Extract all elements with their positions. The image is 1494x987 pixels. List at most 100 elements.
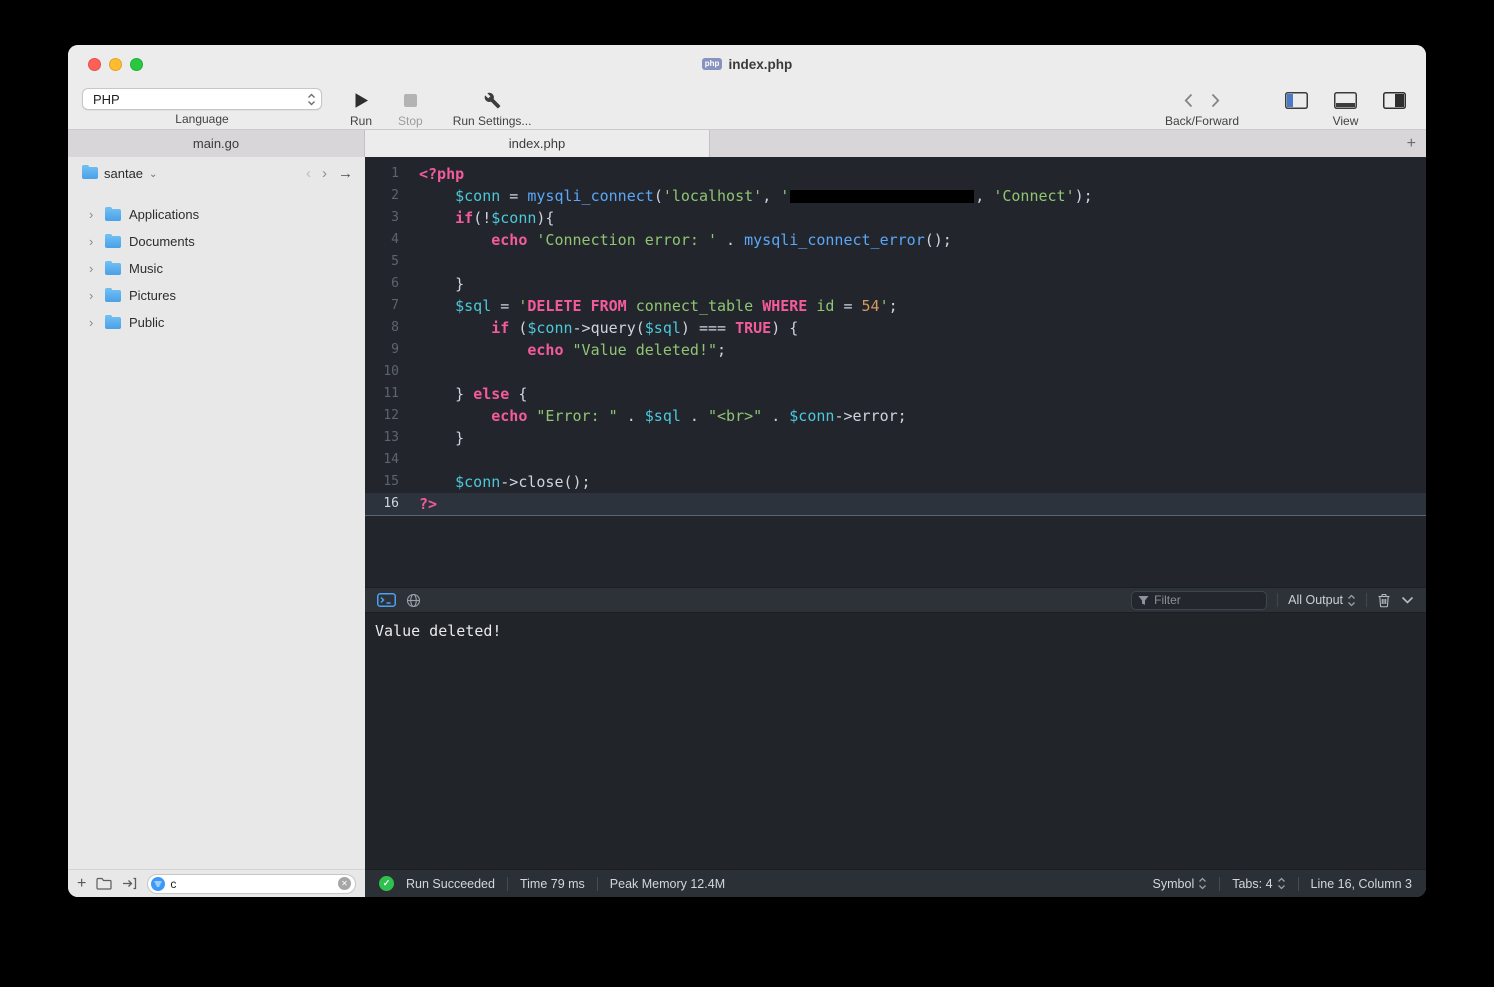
code-line-11[interactable]: 11 } else {	[365, 383, 1426, 405]
clear-search-button[interactable]: ✕	[338, 877, 351, 890]
add-tab-button[interactable]: +	[1407, 130, 1416, 157]
console-output-text: Value deleted!	[375, 622, 502, 640]
code-line-6[interactable]: 6 }	[365, 273, 1426, 295]
sidebar-item-label: Applications	[129, 207, 200, 222]
zoom-button[interactable]	[130, 57, 143, 71]
divider	[596, 876, 598, 891]
caret-down-icon[interactable]: ⌄	[149, 169, 157, 180]
stop-button[interactable]	[403, 88, 417, 112]
code-line-5[interactable]: 5	[365, 251, 1426, 273]
sidebar-item-applications[interactable]: › Applications	[68, 201, 365, 228]
back-button[interactable]	[1184, 93, 1193, 108]
forward-button[interactable]	[1211, 93, 1220, 108]
console-tab-button[interactable]	[377, 593, 396, 607]
divider	[1277, 593, 1279, 607]
go-arrow-icon[interactable]: →	[338, 165, 353, 182]
code-line-10[interactable]: 10	[365, 361, 1426, 383]
sidebar-search-field[interactable]: ✕	[147, 873, 356, 894]
code-line-14[interactable]: 14	[365, 449, 1426, 471]
collapse-console-button[interactable]	[1401, 596, 1414, 604]
sidebar-header[interactable]: santae ⌄ ‹ › →	[68, 157, 365, 189]
disclosure-chevron-icon[interactable]: ›	[89, 234, 97, 249]
sidebar-item-label: Pictures	[129, 288, 176, 303]
run-label: Run	[350, 114, 373, 128]
code-line-4[interactable]: 4 echo 'Connection error: ' . mysqli_con…	[365, 229, 1426, 251]
tabs-select[interactable]: Tabs: 4	[1232, 877, 1285, 891]
code-line-text: $sql = 'DELETE FROM connect_table WHERE …	[455, 297, 898, 315]
toggle-console-button[interactable]	[1334, 91, 1357, 109]
code-line-2[interactable]: 2 $conn = mysqli_connect('localhost', ',…	[365, 185, 1426, 207]
filter-funnel-icon	[1138, 595, 1149, 605]
code-line-13[interactable]: 13 }	[365, 427, 1426, 449]
output-filter-value: All Output	[1288, 593, 1343, 607]
tab-index-php[interactable]: index.php	[365, 130, 710, 157]
disclosure-chevron-icon[interactable]: ›	[89, 315, 97, 330]
console-filter-field[interactable]	[1131, 590, 1268, 610]
console-output: Value deleted!	[365, 613, 1426, 869]
filter-circle-icon	[151, 876, 166, 891]
code-editor[interactable]: 1 <?php 2 $conn = mysqli_connect('localhos…	[365, 157, 1426, 587]
updown-icon	[1277, 877, 1285, 890]
minimize-button[interactable]	[109, 57, 122, 71]
code-line-1[interactable]: 1 <?php	[365, 163, 1426, 185]
folder-icon	[105, 233, 121, 248]
updown-icon	[1348, 594, 1355, 606]
language-label: Language	[175, 112, 229, 126]
disclosure-chevron-icon[interactable]: ›	[89, 261, 97, 276]
sidebar-item-public[interactable]: › Public	[68, 309, 365, 336]
php-file-icon: php	[701, 58, 723, 70]
back-forward-label: Back/Forward	[1164, 114, 1239, 128]
code-line-12[interactable]: 12 echo "Error: " . $sql . "<br>" . $con…	[365, 405, 1426, 427]
code-line-3[interactable]: 3 if(!$conn){	[365, 207, 1426, 229]
toggle-sidebar-button[interactable]	[1285, 91, 1308, 109]
add-file-button[interactable]: +	[77, 874, 87, 892]
console-filter-input[interactable]	[1154, 593, 1261, 607]
code-line-text: if ($conn->query($sql) === TRUE) {	[491, 319, 799, 337]
code-line-16[interactable]: 16 ?>	[365, 493, 1426, 516]
tab-main-go[interactable]: main.go	[68, 130, 365, 157]
output-filter-select[interactable]: All Output	[1288, 593, 1356, 607]
language-select[interactable]: PHP	[82, 88, 322, 110]
sidebar-item-music[interactable]: › Music	[68, 255, 365, 282]
toggle-inspector-button[interactable]	[1383, 91, 1406, 109]
symbol-select[interactable]: Symbol	[1153, 877, 1208, 891]
sidebar-item-label: Documents	[129, 234, 195, 249]
clear-console-button[interactable]	[1377, 593, 1391, 608]
new-folder-button[interactable]	[96, 877, 112, 890]
main-content: santae ⌄ ‹ › → › Applications › Documents › M…	[68, 157, 1426, 897]
folder-icon	[105, 260, 121, 275]
history-back-icon[interactable]: ‹	[306, 166, 311, 181]
reveal-button[interactable]	[122, 877, 137, 890]
disclosure-chevron-icon[interactable]: ›	[89, 288, 97, 303]
sidebar-search-input[interactable]	[170, 876, 333, 891]
code-line-text: } else {	[419, 385, 528, 403]
stop-label: Stop	[398, 114, 423, 128]
code-line-text: $conn->close();	[455, 473, 591, 491]
line-number: 2	[391, 188, 399, 203]
sidebar-item-documents[interactable]: › Documents	[68, 228, 365, 255]
code-line-8[interactable]: 8 if ($conn->query($sql) === TRUE) {	[365, 317, 1426, 339]
disclosure-chevron-icon[interactable]: ›	[89, 207, 97, 222]
close-button[interactable]	[88, 57, 101, 71]
web-tab-button[interactable]	[406, 593, 421, 608]
sidebar-panel-icon	[1285, 91, 1308, 109]
code-line-text: $conn = mysqli_connect('localhost', ', '…	[455, 187, 1093, 205]
code-line-text: ?>	[419, 495, 438, 513]
code-line-15[interactable]: 15 $conn->close();	[365, 471, 1426, 493]
run-settings-button[interactable]	[484, 88, 501, 112]
move-to-icon	[123, 877, 137, 890]
back-forward-group: Back/Forward	[1165, 88, 1239, 128]
code-line-7[interactable]: 7 $sql = 'DELETE FROM connect_table WHER…	[365, 295, 1426, 317]
sidebar: santae ⌄ ‹ › → › Applications › Documents › M…	[68, 157, 365, 897]
divider	[1219, 876, 1221, 891]
code-line-9[interactable]: 9 echo "Value deleted!";	[365, 339, 1426, 361]
run-button[interactable]	[354, 88, 369, 112]
line-number: 14	[383, 452, 399, 467]
history-forward-icon[interactable]: ›	[322, 166, 327, 181]
plus-icon: +	[77, 874, 87, 892]
terminal-icon	[377, 593, 396, 607]
line-number: 9	[391, 342, 399, 357]
sidebar-item-pictures[interactable]: › Pictures	[68, 282, 365, 309]
status-right: Symbol Tabs: 4 Line 16, Column 3	[1153, 876, 1412, 891]
